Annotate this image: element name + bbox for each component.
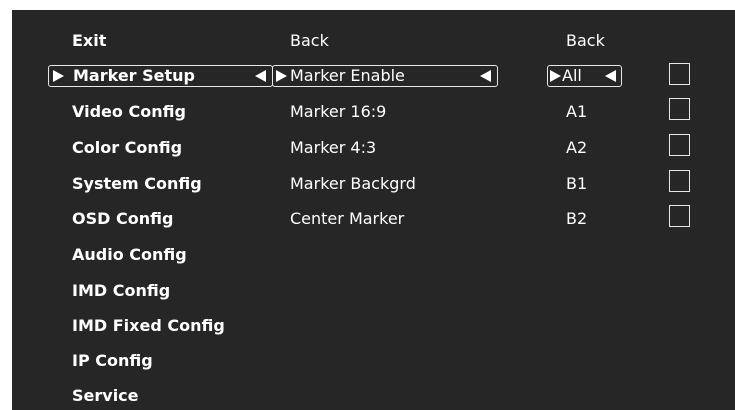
osd-menu-panel: Exit Marker Setup Video Config Color Con… — [12, 10, 735, 410]
checkbox-b1[interactable] — [669, 170, 690, 192]
option-item-a2[interactable]: A2 — [566, 134, 587, 162]
option-item-b2[interactable]: B2 — [566, 205, 587, 233]
option-item-back[interactable]: Back — [566, 27, 605, 55]
menu-item-label: Service — [72, 386, 139, 405]
option-item-label: All — [562, 66, 582, 85]
checkbox-b2[interactable] — [669, 205, 690, 227]
menu-item-ip-config[interactable]: IP Config — [72, 347, 153, 375]
triangle-left-icon — [480, 70, 491, 82]
menu-item-label: Video Config — [72, 102, 186, 121]
menu-item-video-config[interactable]: Video Config — [72, 98, 186, 126]
menu-item-label: IMD Fixed Config — [72, 316, 225, 335]
submenu-item-marker-4-3[interactable]: Marker 4:3 — [290, 134, 376, 162]
menu-item-label: System Config — [72, 174, 202, 193]
submenu-item-label: Marker 4:3 — [290, 138, 377, 157]
menu-item-imd-fixed-config[interactable]: IMD Fixed Config — [72, 312, 225, 340]
menu-item-label: Marker Setup — [73, 66, 195, 85]
checkbox-a2[interactable] — [669, 134, 690, 156]
menu-item-color-config[interactable]: Color Config — [72, 134, 182, 162]
option-item-label: A2 — [566, 138, 588, 157]
triangle-right-icon — [550, 70, 561, 82]
checkbox-a1[interactable] — [669, 98, 690, 120]
submenu-item-label: Marker 16:9 — [290, 102, 387, 121]
option-item-label: A1 — [566, 102, 588, 121]
submenu-item-label: Marker Backgrd — [290, 174, 416, 193]
submenu-item-label: Back — [290, 31, 329, 50]
menu-item-label: Exit — [72, 31, 107, 50]
menu-item-osd-config[interactable]: OSD Config — [72, 205, 173, 233]
option-item-label: B2 — [566, 209, 588, 228]
menu-item-label: OSD Config — [72, 209, 174, 228]
menu-item-imd-config[interactable]: IMD Config — [72, 277, 170, 305]
submenu-item-marker-16-9[interactable]: Marker 16:9 — [290, 98, 386, 126]
option-item-a1[interactable]: A1 — [566, 98, 587, 126]
menu-item-label: IP Config — [72, 351, 153, 370]
menu-item-audio-config[interactable]: Audio Config — [72, 241, 187, 269]
menu-item-label: Color Config — [72, 138, 183, 157]
menu-item-system-config[interactable]: System Config — [72, 170, 202, 198]
menu-item-exit[interactable]: Exit — [72, 27, 106, 55]
triangle-right-icon — [53, 70, 64, 82]
submenu-item-marker-backgrd[interactable]: Marker Backgrd — [290, 170, 416, 198]
menu-item-label: IMD Config — [72, 281, 171, 300]
submenu-item-center-marker[interactable]: Center Marker — [290, 205, 404, 233]
option-item-all[interactable]: All — [547, 65, 622, 87]
menu-item-label: Audio Config — [72, 245, 187, 264]
submenu-item-marker-enable[interactable]: Marker Enable — [272, 65, 498, 87]
menu-item-service[interactable]: Service — [72, 382, 139, 410]
submenu-item-label: Marker Enable — [290, 66, 405, 85]
option-item-label: Back — [566, 31, 605, 50]
menu-item-marker-setup[interactable]: Marker Setup — [48, 65, 273, 87]
checkbox-all[interactable] — [669, 63, 690, 85]
option-item-b1[interactable]: B1 — [566, 170, 587, 198]
triangle-left-icon — [605, 70, 616, 82]
submenu-item-back[interactable]: Back — [290, 27, 329, 55]
triangle-left-icon — [255, 70, 266, 82]
submenu-item-label: Center Marker — [290, 209, 405, 228]
triangle-right-icon — [276, 70, 287, 82]
option-item-label: B1 — [566, 174, 588, 193]
